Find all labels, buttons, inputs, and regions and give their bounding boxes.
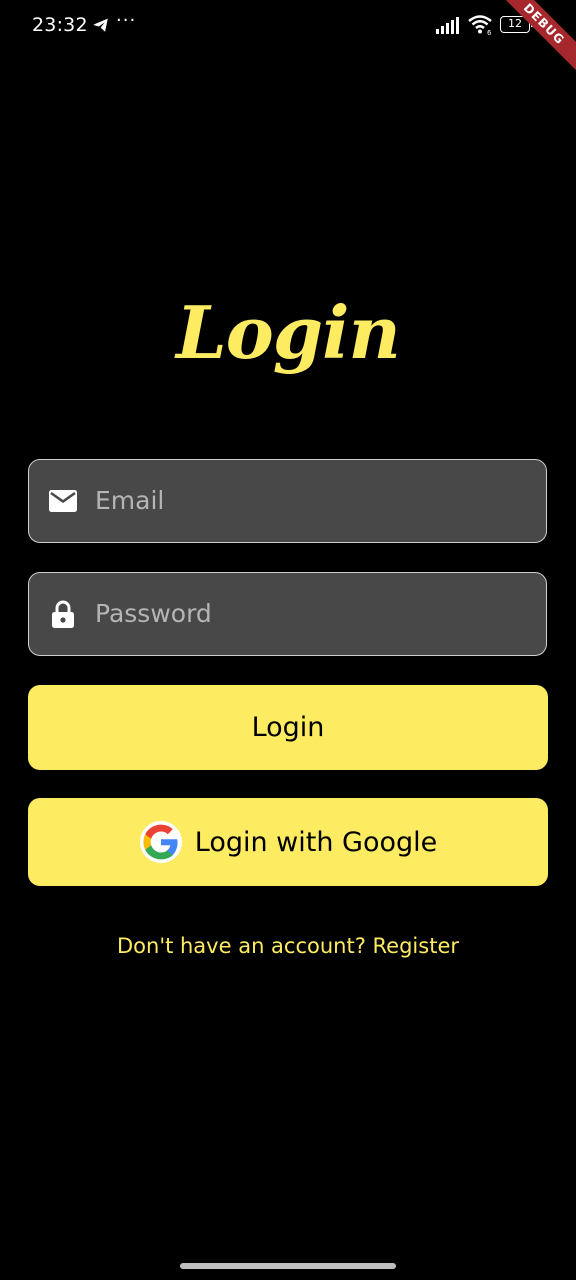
register-link[interactable]: Don't have an account? Register xyxy=(0,934,576,958)
more-notifications-icon: ··· xyxy=(116,10,137,31)
status-bar: 23:32 ··· 6 12 DEBUG xyxy=(0,0,576,74)
email-input[interactable] xyxy=(95,460,525,541)
password-input[interactable] xyxy=(95,573,525,654)
home-indicator[interactable] xyxy=(180,1263,396,1269)
google-button-label: Login with Google xyxy=(194,826,438,858)
wifi-icon: 6 xyxy=(468,15,492,36)
lock-icon xyxy=(52,600,74,628)
password-field-container[interactable] xyxy=(28,572,547,656)
login-button[interactable]: Login xyxy=(28,685,548,770)
signal-icon xyxy=(436,17,459,34)
svg-text:6: 6 xyxy=(487,29,492,36)
email-field-container[interactable] xyxy=(28,459,547,543)
google-icon xyxy=(139,820,182,864)
login-screen: 23:32 ··· 6 12 DEBUG Login Email Login L… xyxy=(0,0,576,1280)
telegram-icon xyxy=(93,18,108,32)
login-button-label: Login xyxy=(251,712,325,743)
mail-icon xyxy=(49,490,77,512)
page-title: Login xyxy=(176,290,401,375)
login-with-google-button[interactable]: Login with Google xyxy=(28,798,548,886)
debug-banner: DEBUG xyxy=(494,0,576,74)
status-time: 23:32 xyxy=(32,14,88,36)
